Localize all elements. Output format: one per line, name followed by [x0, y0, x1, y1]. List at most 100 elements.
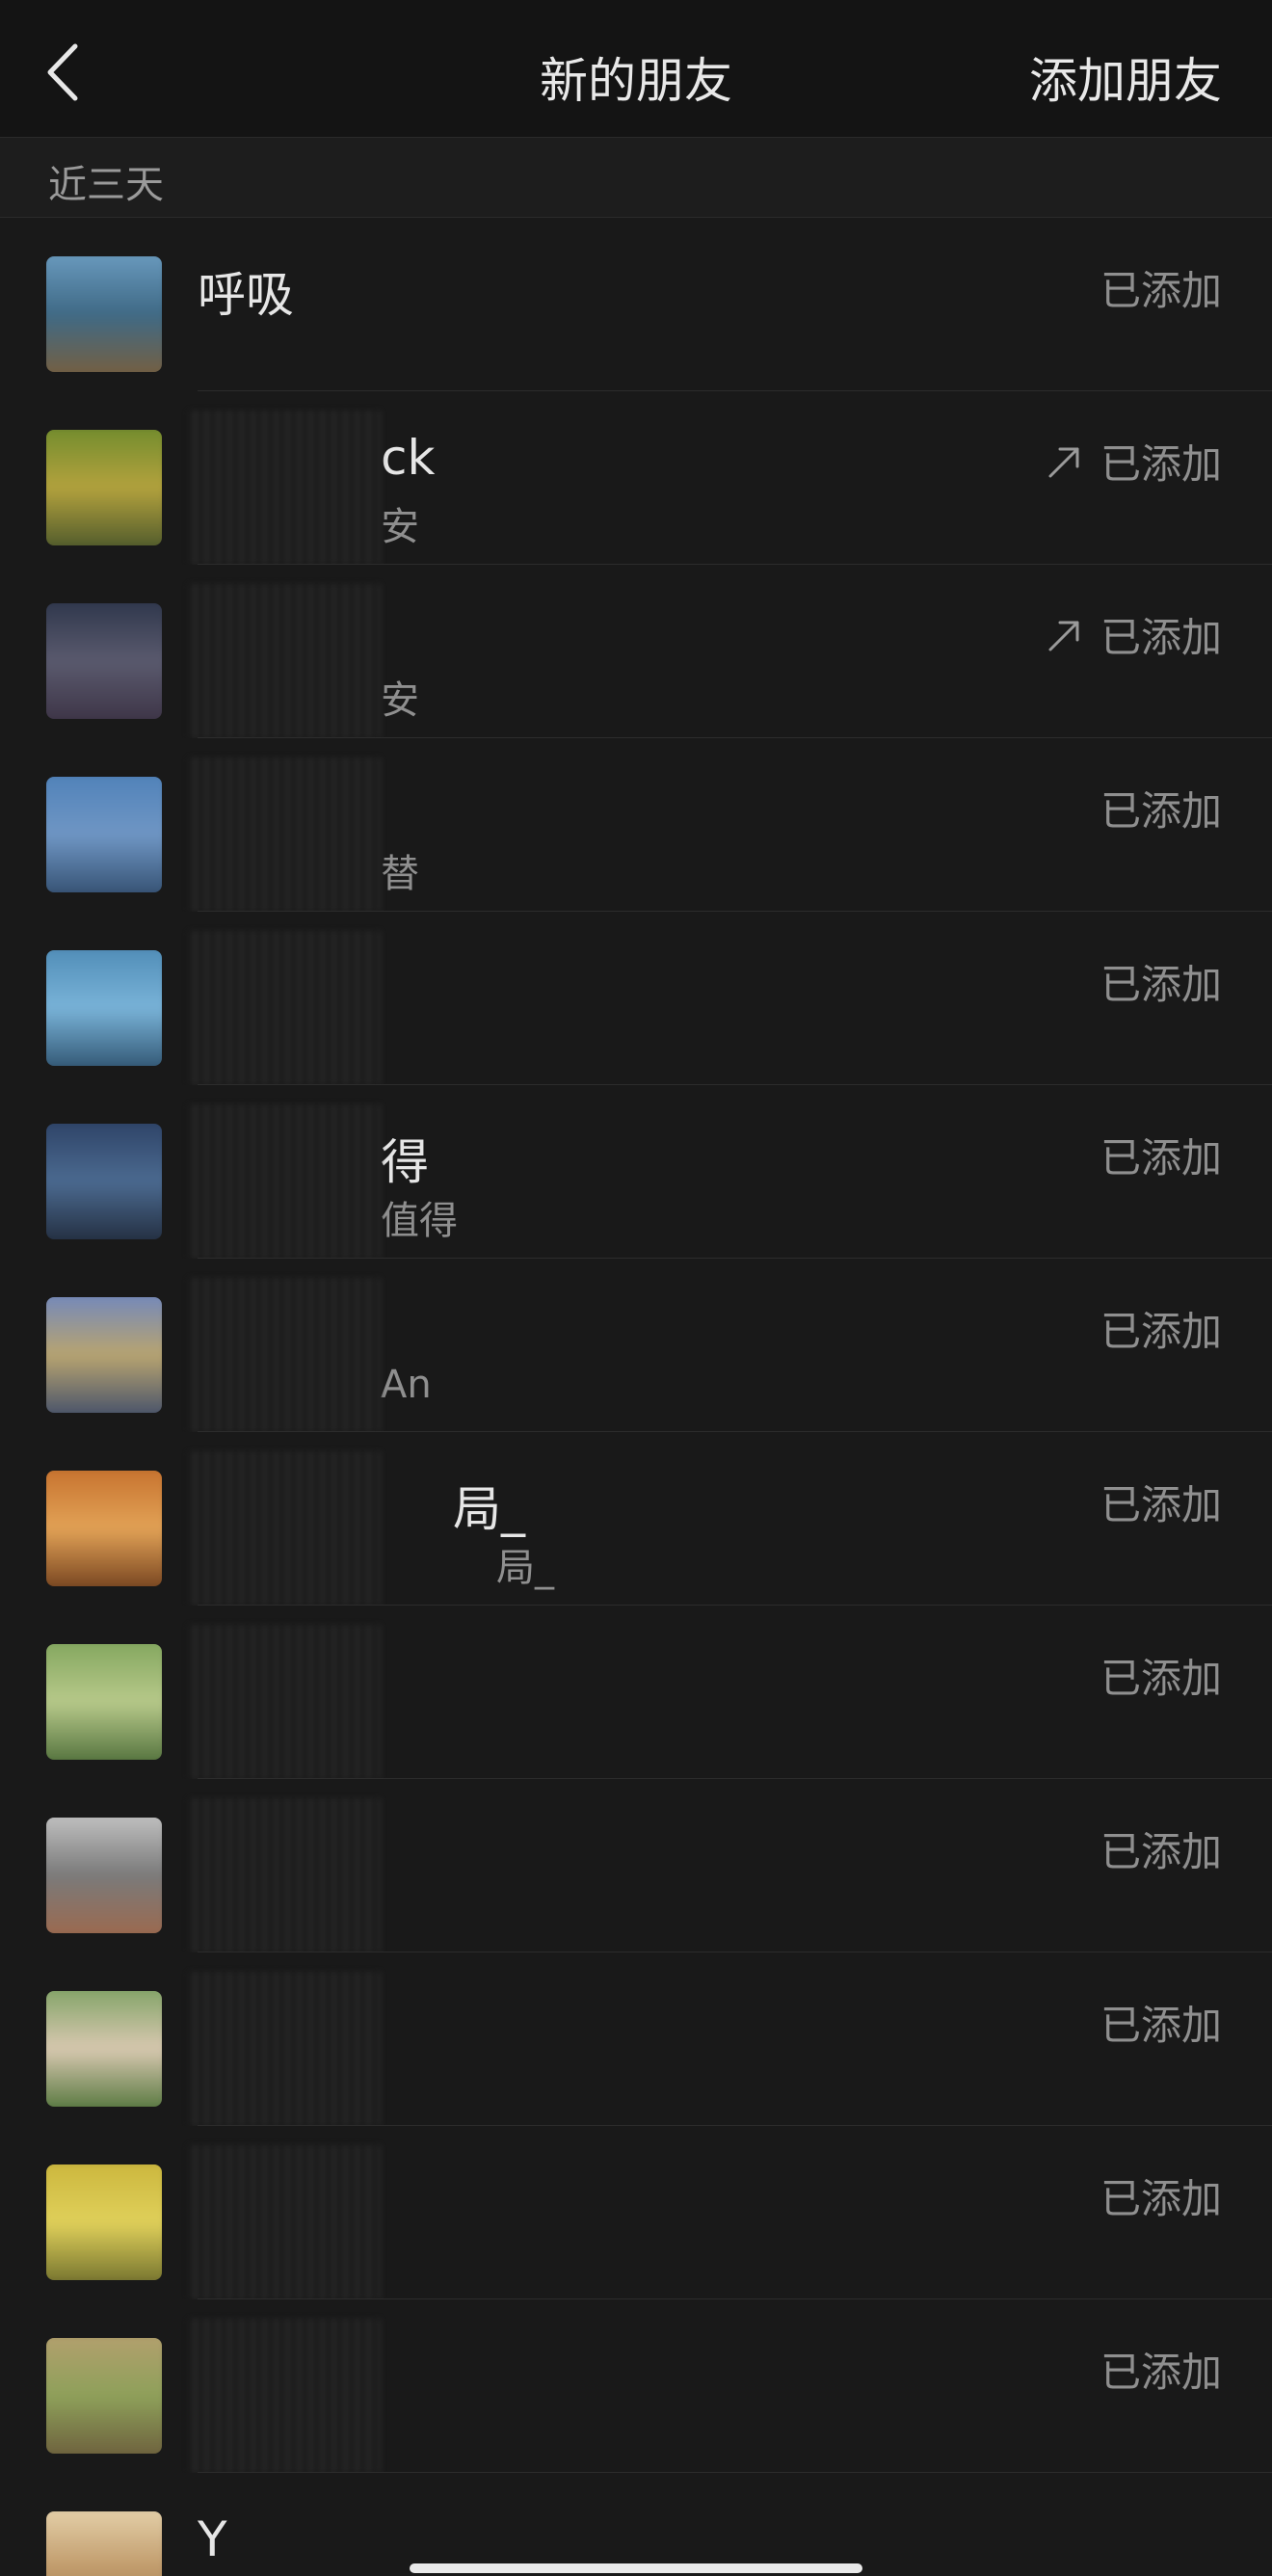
- added-status-label: 已添加: [1100, 1308, 1222, 1355]
- added-status-label: 已添加: [1100, 1481, 1222, 1528]
- friend-remark: 替: [381, 852, 419, 896]
- added-status-label: 已添加: [1100, 1655, 1222, 1702]
- arrow-up-right-icon[interactable]: [1045, 615, 1085, 655]
- added-status-label: 已添加: [1100, 1828, 1222, 1875]
- friend-list: 呼吸 已添加 ck 安已添加安已添加替已添加 已添加得值得 已添加 An 已添加 局_ 局_ 已添加…: [0, 218, 1272, 2576]
- avatar[interactable]: [46, 2338, 162, 2454]
- friend-remark: 局_: [496, 1546, 554, 1590]
- friend-row[interactable]: 局_ 局_ 已添加: [0, 1432, 1272, 1606]
- avatar-image: [46, 256, 162, 372]
- redacted-region: [188, 584, 381, 738]
- avatar[interactable]: [46, 950, 162, 1066]
- home-indicator: [410, 2563, 862, 2573]
- avatar[interactable]: [46, 2164, 162, 2280]
- redacted-region: [188, 1798, 381, 1952]
- status-area: 已添加: [1100, 1473, 1222, 1531]
- friend-remark: 安: [381, 505, 419, 549]
- avatar[interactable]: [46, 1297, 162, 1413]
- added-status-label: 已添加: [1100, 2002, 1222, 2049]
- friend-row[interactable]: 已添加: [0, 2126, 1272, 2299]
- nav-bar: 新的朋友 添加朋友: [0, 0, 1272, 138]
- friend-row[interactable]: 已添加: [0, 1779, 1272, 1952]
- friend-name: 得: [381, 1134, 429, 1190]
- redacted-region: [188, 2319, 381, 2473]
- added-status-label: 已添加: [1100, 961, 1222, 1008]
- status-area: 已添加: [1100, 779, 1222, 837]
- avatar[interactable]: [46, 430, 162, 545]
- added-status-label: 已添加: [1100, 787, 1222, 835]
- status-area: 已添加: [1045, 432, 1222, 491]
- status-area: 已添加: [1100, 1646, 1222, 1705]
- arrow-up-right-icon[interactable]: [1045, 441, 1085, 482]
- avatar-image: [46, 430, 162, 545]
- avatar[interactable]: [46, 256, 162, 372]
- friend-row[interactable]: 呼吸 已添加: [0, 218, 1272, 391]
- redacted-region: [188, 411, 381, 565]
- avatar[interactable]: [46, 1991, 162, 2107]
- redacted-region: [188, 1104, 381, 1259]
- chevron-left-icon: [47, 43, 78, 101]
- status-area: 已添加: [1100, 2340, 1222, 2399]
- added-status-label: 已添加: [1100, 2175, 1222, 2222]
- redacted-region: [188, 757, 381, 912]
- added-status-label: 已添加: [1100, 440, 1222, 488]
- avatar[interactable]: [46, 1818, 162, 1933]
- status-area: 已添加: [1045, 605, 1222, 664]
- added-status-label: 已添加: [1100, 2349, 1222, 2396]
- friend-row[interactable]: 已添加: [0, 1952, 1272, 2126]
- avatar[interactable]: [46, 2511, 162, 2576]
- redacted-region: [188, 931, 381, 1085]
- avatar-image: [46, 2511, 162, 2576]
- friend-row[interactable]: Y: [0, 2473, 1272, 2576]
- friend-name: ck: [381, 430, 436, 486]
- friend-row[interactable]: 已添加: [0, 1606, 1272, 1779]
- redacted-region: [188, 1451, 381, 1606]
- friend-row[interactable]: 得值得 已添加: [0, 1085, 1272, 1259]
- friend-row[interactable]: An 已添加: [0, 1259, 1272, 1432]
- avatar-image: [46, 1818, 162, 1933]
- friend-name: Y: [198, 2511, 227, 2567]
- friend-remark: An: [381, 1363, 432, 1407]
- avatar-image: [46, 1991, 162, 2107]
- avatar[interactable]: [46, 603, 162, 719]
- avatar-image: [46, 1471, 162, 1586]
- back-button[interactable]: [39, 39, 91, 106]
- friend-row[interactable]: 已添加: [0, 2299, 1272, 2473]
- status-area: 已添加: [1100, 258, 1222, 317]
- friend-name: 呼吸: [198, 267, 294, 323]
- added-status-label: 已添加: [1100, 267, 1222, 314]
- redacted-region: [188, 2145, 381, 2299]
- new-friends-screen: 新的朋友 添加朋友 近三天 呼吸 已添加 ck 安已添加安已添加替已添加 已添加得值得已…: [0, 0, 1272, 2576]
- friend-name: 局_: [453, 1481, 525, 1537]
- redacted-region: [188, 1278, 381, 1432]
- avatar[interactable]: [46, 777, 162, 892]
- friend-info: 呼吸: [198, 256, 410, 391]
- redacted-region: [188, 1625, 381, 1779]
- redacted-region: [188, 1972, 381, 2126]
- status-area: 已添加: [1100, 2166, 1222, 2225]
- status-area: 已添加: [1100, 1126, 1222, 1184]
- status-area: 已添加: [1100, 1299, 1222, 1358]
- avatar[interactable]: [46, 1471, 162, 1586]
- status-area: 已添加: [1100, 952, 1222, 1011]
- friend-row[interactable]: 安 已添加: [0, 565, 1272, 738]
- section-header: 近三天: [0, 138, 1272, 218]
- avatar-image: [46, 2338, 162, 2454]
- avatar-image: [46, 1124, 162, 1239]
- status-area: 已添加: [1100, 1993, 1222, 2052]
- added-status-label: 已添加: [1100, 1134, 1222, 1182]
- friend-info: Y: [198, 2511, 410, 2576]
- friend-remark: 安: [381, 678, 419, 723]
- avatar-image: [46, 2164, 162, 2280]
- avatar[interactable]: [46, 1644, 162, 1760]
- add-friend-button[interactable]: 添加朋友: [1029, 42, 1222, 112]
- avatar-image: [46, 950, 162, 1066]
- friend-row[interactable]: 已添加: [0, 912, 1272, 1085]
- friend-remark: 值得: [381, 1199, 458, 1243]
- added-status-label: 已添加: [1100, 614, 1222, 661]
- avatar-image: [46, 603, 162, 719]
- friend-row[interactable]: 替 已添加: [0, 738, 1272, 912]
- avatar[interactable]: [46, 1124, 162, 1239]
- friend-row[interactable]: ck 安 已添加: [0, 391, 1272, 565]
- status-area: 已添加: [1100, 1819, 1222, 1878]
